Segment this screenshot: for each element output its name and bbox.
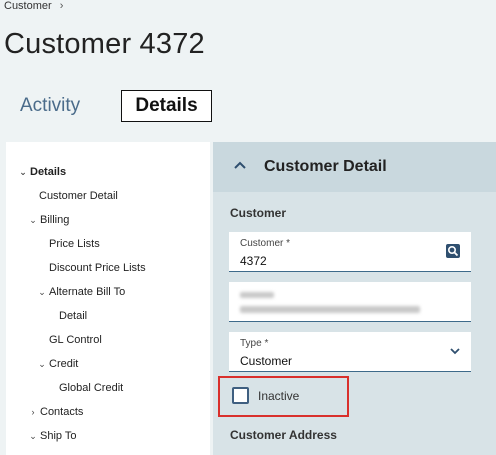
inactive-checkbox[interactable]	[232, 387, 249, 404]
panel-title: Customer Detail	[264, 158, 387, 175]
chevron-down-icon: ⌄	[19, 166, 27, 177]
tab-details[interactable]: Details	[121, 90, 212, 122]
nav-item-alternate-bill-to[interactable]: ⌄ Alternate Bill To	[37, 284, 125, 300]
nav-item-label: Details	[30, 166, 67, 178]
nav-item-billing[interactable]: ⌄ Billing	[28, 212, 69, 228]
nav-item-label: Global Credit	[59, 382, 124, 394]
type-field-label: Type *	[240, 338, 269, 349]
type-select[interactable]: Type * Customer	[229, 332, 471, 372]
section-customer-heading: Customer	[230, 206, 287, 220]
section-nav: ⌄ Details Customer Detail ⌄ Billing Pric…	[6, 142, 210, 455]
nav-item-label: Customer Detail	[39, 190, 118, 202]
nav-item-label: Alternate Bill To	[49, 286, 126, 298]
tab-activity[interactable]: Activity	[20, 95, 80, 117]
chevron-down-icon: ⌄	[38, 358, 46, 369]
breadcrumb-customer-link[interactable]: Customer	[4, 0, 52, 12]
nav-item-detail[interactable]: Detail	[59, 308, 87, 324]
chevron-right-icon: ›	[31, 407, 35, 417]
redacted-label	[240, 292, 274, 298]
nav-item-credit[interactable]: ⌄ Credit	[37, 356, 78, 372]
nav-item-label: Credit	[49, 358, 79, 370]
chevron-down-icon[interactable]	[449, 346, 461, 356]
chevron-right-icon: ›	[59, 0, 64, 12]
nav-item-customer-detail[interactable]: Customer Detail	[39, 188, 118, 204]
search-lookup-icon[interactable]	[445, 243, 461, 259]
nav-item-label: Detail	[59, 310, 88, 322]
page-title: Customer 4372	[4, 28, 205, 60]
nav-item-gl-control[interactable]: GL Control	[49, 332, 102, 348]
redacted-value	[240, 306, 420, 313]
nav-item-label: GL Control	[49, 334, 102, 346]
type-field-value: Customer	[240, 354, 293, 368]
inactive-label[interactable]: Inactive	[258, 389, 299, 403]
chevron-down-icon: ⌄	[29, 214, 37, 225]
chevron-down-icon: ⌄	[29, 430, 37, 441]
redacted-field[interactable]	[229, 282, 471, 322]
nav-item-global-credit[interactable]: Global Credit	[59, 380, 123, 396]
nav-item-discount-price-lists[interactable]: Discount Price Lists	[49, 260, 146, 276]
customer-field-label: Customer *	[240, 238, 291, 249]
section-customer-address-heading: Customer Address	[230, 428, 337, 442]
chevron-up-icon[interactable]	[233, 158, 247, 172]
nav-item-price-lists[interactable]: Price Lists	[49, 236, 100, 252]
chevron-down-icon: ⌄	[38, 286, 46, 297]
customer-field-value: 4372	[240, 254, 267, 268]
nav-item-contacts[interactable]: › Contacts	[28, 404, 84, 420]
nav-item-label: Discount Price Lists	[49, 262, 146, 274]
nav-item-label: Price Lists	[49, 238, 100, 250]
panel-header[interactable]: Customer Detail	[213, 142, 496, 192]
inactive-highlight: Inactive	[218, 376, 349, 417]
nav-item-label: Ship To	[40, 430, 77, 442]
nav-item-label: Billing	[40, 214, 70, 226]
breadcrumb: Customer ›	[4, 0, 63, 12]
customer-field[interactable]: Customer * 4372	[229, 232, 471, 272]
nav-item-details[interactable]: ⌄ Details	[18, 164, 66, 180]
nav-item-label: Contacts	[40, 406, 84, 418]
nav-item-ship-to[interactable]: ⌄ Ship To	[28, 428, 77, 444]
